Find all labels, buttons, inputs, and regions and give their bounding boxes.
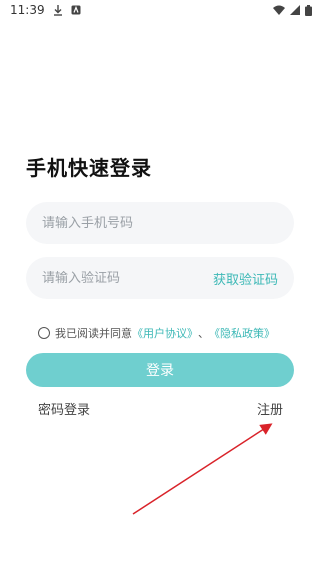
agreement-row: 我已阅读并同意 《用户协议》 、 《隐私政策》 xyxy=(38,325,275,341)
login-button[interactable]: 登录 xyxy=(26,353,294,387)
password-login-link[interactable]: 密码登录 xyxy=(38,399,90,418)
annotation-arrow-line xyxy=(132,423,273,515)
verification-code-input[interactable] xyxy=(42,270,205,286)
code-field-container: 获取验证码 xyxy=(26,257,294,299)
user-agreement-link[interactable]: 《用户协议》 xyxy=(132,325,198,341)
login-screen: 11:39 手机快速登录 请输入手机号码 请输入验证码 获取验证码 我已阅读并同… xyxy=(0,0,320,568)
phone-field-container xyxy=(26,202,294,244)
status-right xyxy=(273,4,312,16)
privacy-policy-link[interactable]: 《隐私政策》 xyxy=(209,325,275,341)
agreement-prefix: 我已阅读并同意 xyxy=(55,327,132,340)
phone-input[interactable] xyxy=(42,215,278,231)
page-title: 手机快速登录 xyxy=(26,156,152,180)
signal-icon xyxy=(290,5,300,15)
status-left: 11:39 xyxy=(10,3,81,17)
download-icon xyxy=(53,4,63,16)
battery-icon xyxy=(305,4,312,16)
status-time: 11:39 xyxy=(10,3,45,17)
get-code-button[interactable]: 获取验证码 xyxy=(213,269,278,288)
wifi-icon xyxy=(273,5,285,15)
register-link[interactable]: 注册 xyxy=(257,399,283,418)
notification-app-icon xyxy=(71,5,81,15)
agreement-checkbox[interactable] xyxy=(38,327,50,339)
status-bar: 11:39 xyxy=(0,0,320,20)
agreement-separator: 、 xyxy=(198,327,209,340)
